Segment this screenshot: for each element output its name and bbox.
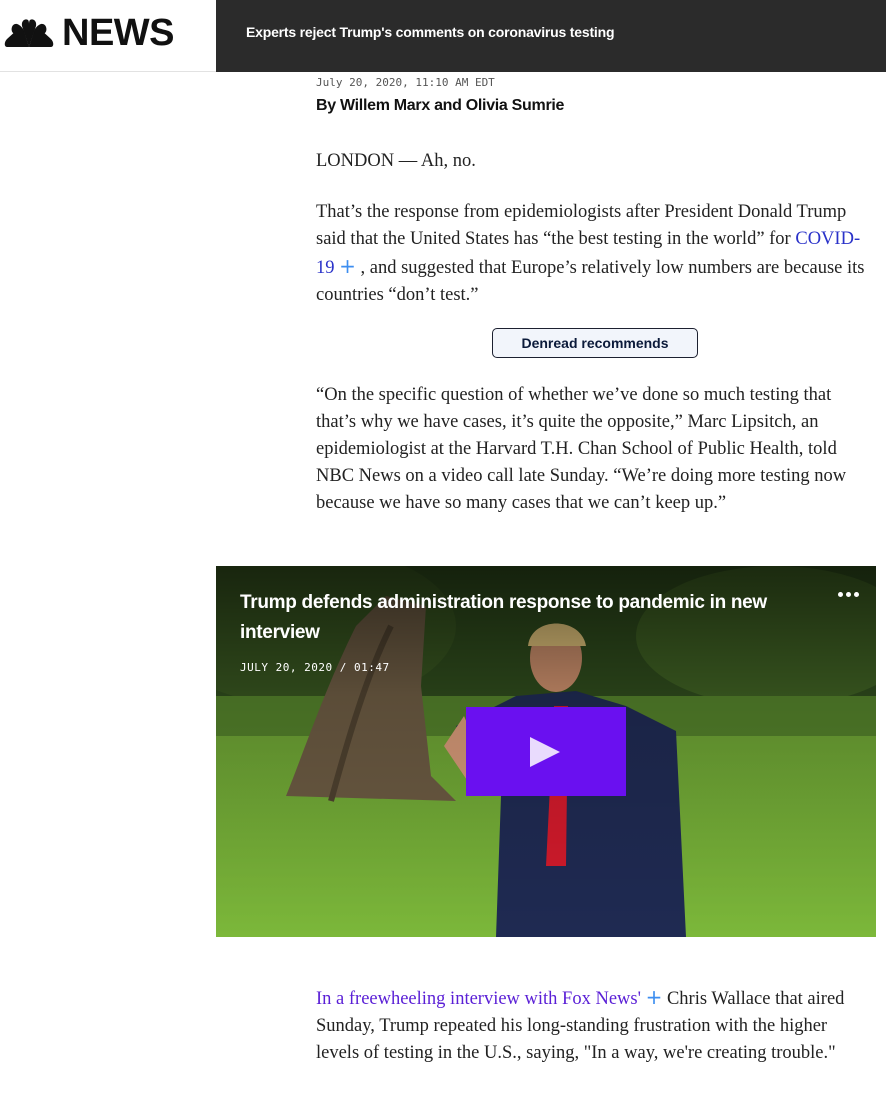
fox-news-interview-link[interactable]: In a freewheeling interview with Fox New… <box>316 989 641 1009</box>
paragraph-3: “On the specific question of whether we’… <box>316 385 847 513</box>
video-title[interactable]: Trump defends administration response to… <box>240 588 800 648</box>
site-header: NEWS Experts reject Trump's comments on … <box>0 0 886 72</box>
video-player[interactable]: Trump defends administration response to… <box>216 566 876 937</box>
paragraph-1: LONDON — Ah, no. <box>316 151 476 171</box>
plus-icon[interactable]: + <box>339 254 356 278</box>
paragraph-4: In a freewheeling interview with Fox New… <box>316 984 872 1067</box>
logo-wordmark: NEWS <box>62 12 175 54</box>
play-icon <box>530 737 560 767</box>
peacock-icon <box>4 19 54 47</box>
recommends-button[interactable]: Denread recommends <box>492 328 698 358</box>
nbc-news-logo[interactable]: NEWS <box>0 0 216 72</box>
paragraph-2-text-start: That’s the response from epidemiologists… <box>316 202 847 249</box>
paragraph-2: That’s the response from epidemiologists… <box>316 199 872 309</box>
headline-bar: Experts reject Trump's comments on coron… <box>216 0 886 72</box>
article-dateline: July 20, 2020, 11:10 AM EDT <box>316 76 495 89</box>
more-options-icon[interactable] <box>838 582 868 597</box>
play-button[interactable] <box>466 707 626 796</box>
article-byline[interactable]: By Willem Marx and Olivia Sumrie <box>316 97 872 115</box>
article-headline[interactable]: Experts reject Trump's comments on coron… <box>246 24 615 40</box>
video-date: JULY 20, 2020 / 01:47 <box>240 661 390 674</box>
paragraph-2-text-end: , and suggested that Europe’s relatively… <box>316 258 865 305</box>
plus-icon-2[interactable]: + <box>646 985 663 1009</box>
